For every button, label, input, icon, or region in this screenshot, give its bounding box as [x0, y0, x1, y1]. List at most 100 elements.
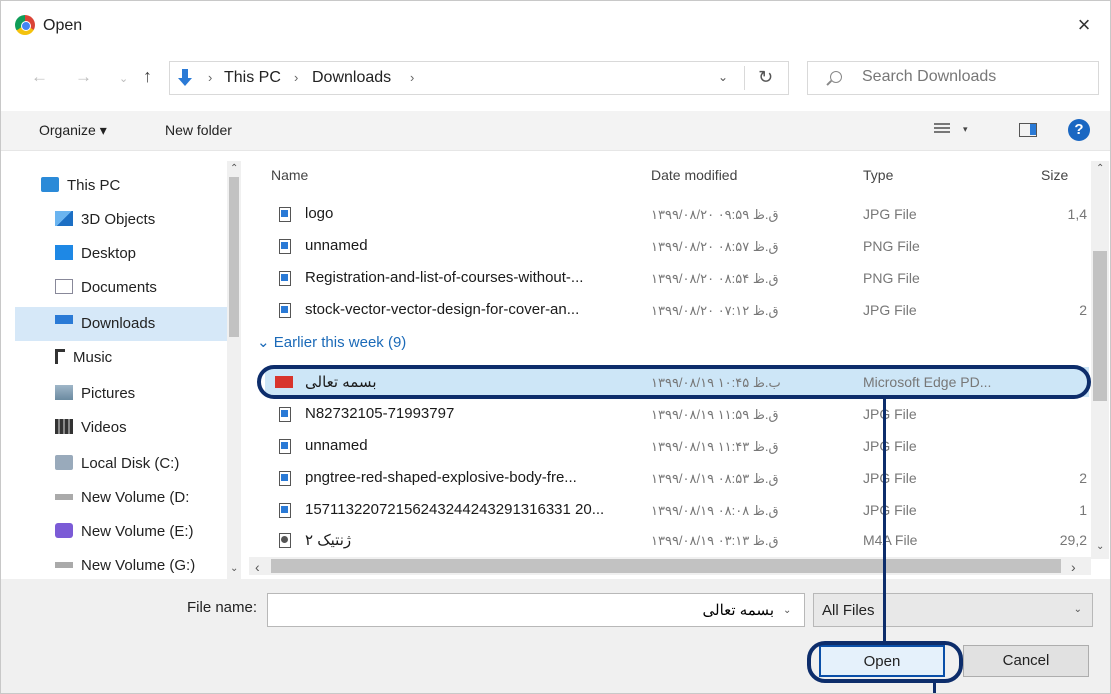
image-file-icon: [279, 407, 291, 422]
file-row[interactable]: N82732105-71993797 ۱۳۹۹/۰۸/۱۹ ق.ظ ۱۱:۵۹ …: [265, 399, 1089, 429]
cancel-button[interactable]: Cancel: [963, 645, 1089, 677]
breadcrumb-this-pc[interactable]: This PC: [224, 69, 281, 87]
image-file-icon: [279, 239, 291, 254]
close-button[interactable]: ×: [1070, 11, 1098, 39]
file-list-horizontal-scrollbar-thumb[interactable]: [271, 559, 1061, 573]
column-header-size[interactable]: Size: [1041, 167, 1068, 183]
file-date: ۱۳۹۹/۰۸/۱۹ ق.ظ ۱۱:۵۹: [651, 407, 779, 422]
file-date: ۱۳۹۹/۰۸/۱۹ ق.ظ ۱۱:۴۳: [651, 439, 779, 454]
sidebar-item-music[interactable]: Music: [55, 341, 237, 375]
breadcrumb-separator-icon[interactable]: ›: [410, 70, 414, 85]
new-folder-button[interactable]: New folder: [165, 122, 232, 138]
file-name: unnamed: [305, 437, 368, 454]
image-file-icon: [279, 303, 291, 318]
sidebar-item-new-volume-g[interactable]: New Volume (G:): [55, 549, 237, 579]
group-header-earlier-this-week[interactable]: ⌄ Earlier this week (9): [257, 333, 406, 351]
forward-arrow-icon[interactable]: →: [75, 67, 92, 87]
sidebar-item-downloads[interactable]: Downloads: [15, 307, 237, 341]
image-file-icon: [279, 439, 291, 454]
sidebar-item-label: New Volume (E:): [81, 523, 194, 540]
file-name: pngtree-red-shaped-explosive-body-fre...: [305, 469, 577, 486]
file-size: 1: [1079, 502, 1087, 518]
file-type: PNG File: [863, 238, 920, 254]
sidebar-scroll-down-icon[interactable]: ⌄: [230, 563, 238, 574]
file-name-input[interactable]: [267, 593, 805, 627]
search-icon: [830, 71, 842, 83]
group-collapse-chevron-icon: ⌄: [257, 334, 274, 351]
address-dropdown-chevron-icon[interactable]: ⌄: [718, 70, 728, 84]
sidebar-item-label: 3D Objects: [81, 211, 156, 228]
file-name: stock-vector-vector-design-for-cover-an.…: [305, 301, 580, 318]
file-row[interactable]: unnamed ۱۳۹۹/۰۸/۲۰ ق.ظ ۰۸:۵۷ PNG File: [265, 231, 1089, 261]
computer-icon: [41, 177, 59, 192]
file-row[interactable]: ژنتیک ۲ ۱۳۹۹/۰۸/۱۹ ق.ظ ۰۳:۱۳ M4A File 29…: [265, 525, 1089, 555]
file-list-scroll-left-icon[interactable]: ‹: [255, 559, 260, 575]
group-label: Earlier this week (9): [273, 334, 407, 351]
file-list-scroll-down-icon[interactable]: ⌄: [1096, 541, 1104, 552]
sidebar-item-local-disk-c[interactable]: Local Disk (C:): [55, 447, 237, 481]
sidebar-item-new-volume-d[interactable]: New Volume (D:: [55, 481, 237, 515]
sidebar-item-label: Desktop: [81, 245, 137, 262]
sidebar-scroll-up-icon[interactable]: ⌃: [230, 163, 238, 174]
file-row[interactable]: pngtree-red-shaped-explosive-body-fre...…: [265, 463, 1089, 493]
file-row[interactable]: 15711322072156243244243291316331 20... ۱…: [265, 495, 1089, 525]
up-arrow-icon[interactable]: ↑: [143, 66, 152, 87]
column-header-type[interactable]: Type: [863, 167, 893, 183]
file-row[interactable]: unnamed ۱۳۹۹/۰۸/۱۹ ق.ظ ۱۱:۴۳ JPG File: [265, 431, 1089, 461]
file-date: ۱۳۹۹/۰۸/۲۰ ق.ظ ۰۸:۵۷: [651, 239, 779, 254]
file-size: 2: [1079, 302, 1087, 318]
file-list-vertical-scrollbar-thumb[interactable]: [1093, 251, 1107, 401]
annotation-connector-line: [883, 399, 886, 643]
sidebar-item-pictures[interactable]: Pictures: [55, 377, 237, 411]
search-box[interactable]: [807, 61, 1099, 95]
refresh-icon[interactable]: ↻: [758, 67, 773, 88]
chrome-app-icon: [15, 15, 35, 35]
file-size: 1,4: [1067, 206, 1087, 222]
sidebar-item-this-pc[interactable]: This PC: [41, 169, 237, 203]
file-row[interactable]: logo ۱۳۹۹/۰۸/۲۰ ق.ظ ۰۹:۵۹ JPG File 1,4: [265, 199, 1089, 229]
file-name: 15711322072156243244243291316331 20...: [305, 501, 605, 518]
organize-button[interactable]: Organize ▾: [39, 122, 107, 139]
annotation-highlight-selected-file: [257, 365, 1091, 399]
file-type: JPG File: [863, 302, 917, 318]
file-type: M4A File: [863, 532, 918, 548]
breadcrumb-downloads[interactable]: Downloads: [312, 69, 391, 87]
file-type-select[interactable]: All Files ⌄: [813, 593, 1093, 627]
sidebar-item-new-volume-e[interactable]: New Volume (E:): [55, 515, 237, 549]
address-bar[interactable]: › This PC › Downloads › ⌄ ↻: [169, 61, 789, 95]
file-date: ۱۳۹۹/۰۸/۱۹ ق.ظ ۰۳:۱۳: [651, 533, 779, 548]
file-name-dropdown-chevron-icon[interactable]: ⌄: [783, 605, 791, 616]
videos-icon: [55, 419, 73, 434]
column-header-date-modified[interactable]: Date modified: [651, 167, 737, 183]
view-dropdown-chevron-icon[interactable]: ▾: [963, 124, 968, 135]
change-view-icon[interactable]: [934, 123, 950, 137]
file-type: PNG File: [863, 270, 920, 286]
file-list-scroll-right-icon[interactable]: ›: [1071, 559, 1076, 575]
file-date: ۱۳۹۹/۰۸/۱۹ ق.ظ ۰۸:۵۳: [651, 471, 779, 486]
sidebar-item-videos[interactable]: Videos: [55, 411, 237, 445]
dialog-title: Open: [43, 17, 83, 34]
file-name: Registration-and-list-of-courses-without…: [305, 269, 584, 286]
help-icon[interactable]: ?: [1068, 119, 1090, 141]
sidebar-scrollbar-thumb[interactable]: [229, 177, 239, 337]
file-type: JPG File: [863, 438, 917, 454]
file-row[interactable]: stock-vector-vector-design-for-cover-an.…: [265, 295, 1089, 325]
sidebar-item-documents[interactable]: Documents: [55, 271, 237, 305]
search-input[interactable]: [862, 68, 1092, 86]
file-type: JPG File: [863, 406, 917, 422]
column-header-name[interactable]: Name: [271, 167, 308, 183]
file-type: JPG File: [863, 470, 917, 486]
file-row[interactable]: Registration-and-list-of-courses-without…: [265, 263, 1089, 293]
drive-icon: [55, 494, 73, 500]
preview-pane-icon[interactable]: [1019, 123, 1037, 137]
image-file-icon: [279, 271, 291, 286]
recent-locations-chevron-icon[interactable]: ⌄: [119, 72, 128, 85]
file-type-dropdown-chevron-icon: ⌄: [1073, 604, 1082, 615]
file-type: JPG File: [863, 206, 917, 222]
file-list-scroll-up-icon[interactable]: ⌃: [1096, 163, 1104, 174]
sidebar-item-desktop[interactable]: Desktop: [55, 237, 237, 271]
breadcrumb-separator-icon: ›: [208, 70, 213, 85]
navigation-row: ← → ⌄ ↑ › This PC › Downloads › ⌄ ↻: [1, 53, 1110, 103]
back-arrow-icon[interactable]: ←: [31, 67, 48, 87]
sidebar-item-3d-objects[interactable]: 3D Objects: [55, 203, 237, 237]
